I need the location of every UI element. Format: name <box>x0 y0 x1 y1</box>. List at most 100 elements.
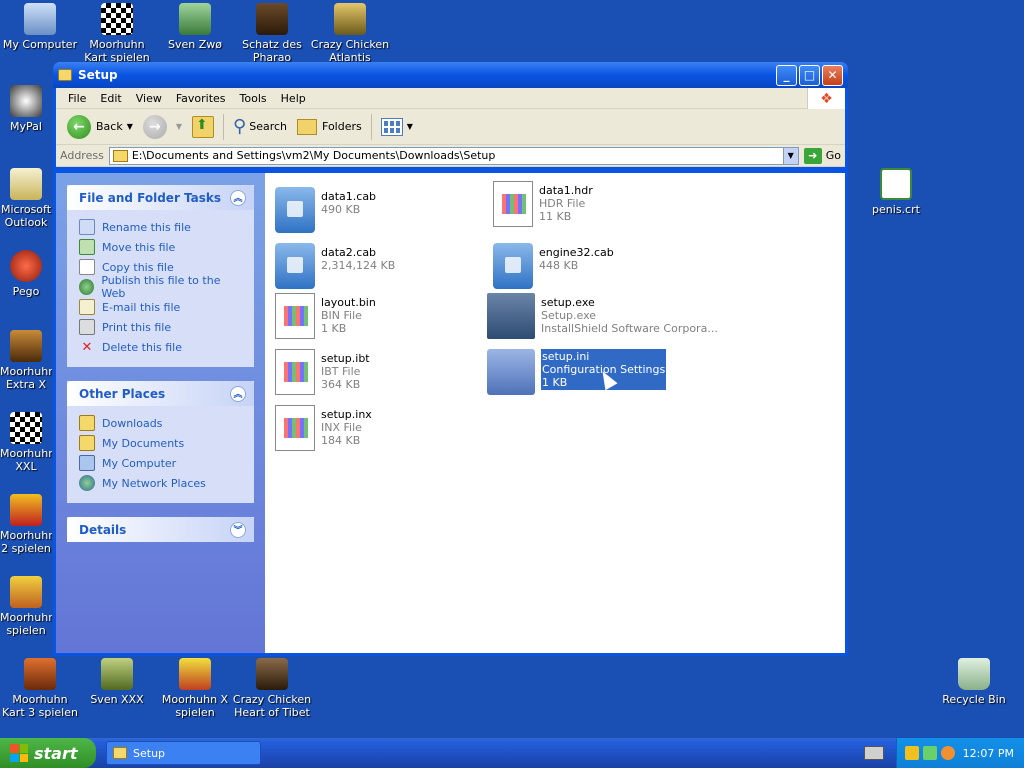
up-folder-button[interactable] <box>187 113 219 141</box>
address-bar: Address E:\Documents and Settings\vm2\My… <box>56 145 845 167</box>
file-item-setup-ini[interactable]: setup.ini Configuration Settings 1 KB <box>487 349 667 395</box>
views-button[interactable]: ▼ <box>376 113 418 141</box>
desktop-icon-moorhuhn-xxl[interactable]: Moorhuhn XXL <box>0 412 52 473</box>
collapse-icon[interactable]: ︽ <box>230 385 246 402</box>
place-label: My Network Places <box>102 476 206 490</box>
file-type: Setup.exe <box>541 309 597 322</box>
desktop-icon-sven-zwo[interactable]: Sven Zwø <box>155 3 235 64</box>
chevron-down-icon[interactable]: ▼ <box>176 122 182 131</box>
cabinet-icon <box>275 243 315 289</box>
task-label: Setup <box>133 746 166 760</box>
task-print[interactable]: Print this file <box>79 317 242 337</box>
desktop-icon-moorhuhn-kart-3[interactable]: Moorhuhn Kart 3 spielen <box>0 658 80 719</box>
file-item-data2-cab[interactable]: data2.cab 2,314,124 KB <box>275 243 395 289</box>
menu-tools[interactable]: Tools <box>233 92 274 105</box>
start-button[interactable]: start <box>0 738 96 768</box>
desktop-icon-label: Moorhuhn X spielen <box>161 693 229 719</box>
maximize-button[interactable]: □ <box>799 64 820 86</box>
desktop-icon-penis-crt[interactable]: penis.crt <box>856 168 936 229</box>
address-value: E:\Documents and Settings\vm2\My Documen… <box>131 149 496 162</box>
panel-header[interactable]: File and Folder Tasks ︽ <box>67 185 254 210</box>
close-button[interactable]: ✕ <box>822 64 843 86</box>
panel-header[interactable]: Details ︾ <box>67 517 254 542</box>
folders-button[interactable]: Folders <box>292 113 367 141</box>
collapse-icon[interactable]: ︽ <box>230 189 246 206</box>
place-my-computer[interactable]: My Computer <box>79 453 242 473</box>
desktop-icon-moorhuhn-x[interactable]: Moorhuhn X spielen <box>155 658 235 719</box>
file-item-engine32-cab[interactable]: engine32.cab 448 KB <box>493 243 614 289</box>
file-item-setup-exe[interactable]: setup.exe Setup.exe InstallShield Software… <box>487 293 718 339</box>
forward-button[interactable]: → ▼ <box>138 113 187 141</box>
desktop-icon-label: Crazy Chicken Atlantis <box>310 38 390 64</box>
desktop-icon-moorhuhn-2[interactable]: Moorhuhn 2 spielen <box>0 494 52 555</box>
game-icon <box>334 3 366 35</box>
task-rename[interactable]: Rename this file <box>79 217 242 237</box>
task-delete[interactable]: ✕ Delete this file <box>79 337 242 357</box>
desktop-icon-label: Moorhuhn spielen <box>0 611 52 637</box>
address-input[interactable]: E:\Documents and Settings\vm2\My Documen… <box>108 146 799 165</box>
back-button[interactable]: ← Back ▼ <box>62 113 138 141</box>
place-downloads[interactable]: Downloads <box>79 413 242 433</box>
desktop-icon-sven-xxx[interactable]: Sven XXX <box>77 658 157 719</box>
desktop-icon-moorhuhn[interactable]: Moorhuhn spielen <box>0 576 52 637</box>
menu-view[interactable]: View <box>129 92 169 105</box>
file-size: 364 KB <box>321 378 361 391</box>
task-publish[interactable]: Publish this file to the Web <box>79 274 242 300</box>
task-email[interactable]: E-mail this file <box>79 297 242 317</box>
file-type: IBT File <box>321 365 361 378</box>
panel-body: Rename this file Move this file Copy thi… <box>67 210 254 367</box>
game-icon <box>10 494 42 526</box>
place-my-network-places[interactable]: My Network Places <box>79 473 242 493</box>
minimize-button[interactable]: _ <box>776 64 797 86</box>
go-button[interactable]: ➜ Go <box>803 147 841 164</box>
desktop-icon-label: Microsoft Outlook <box>0 203 52 229</box>
shield-icon[interactable] <box>905 746 919 760</box>
file-size: 448 KB <box>539 259 579 272</box>
taskbar-item-setup[interactable]: Setup <box>106 741 261 765</box>
place-my-documents[interactable]: My Documents <box>79 433 242 453</box>
desktop-icon-my-computer[interactable]: My Computer <box>0 3 80 64</box>
menu-favorites[interactable]: Favorites <box>169 92 233 105</box>
desktop-icon-outlook[interactable]: Microsoft Outlook <box>0 168 52 229</box>
desktop-icon-schatz-des-pharao[interactable]: Schatz des Pharao spielen <box>232 3 312 64</box>
search-button[interactable]: ⚲ Search <box>228 113 292 141</box>
title-bar[interactable]: Setup _ □ ✕ <box>53 62 848 88</box>
clock: 12:07 PM <box>962 746 1014 760</box>
chevron-down-icon[interactable]: ▼ <box>782 147 798 164</box>
menu-edit[interactable]: Edit <box>93 92 128 105</box>
desktop-icon-crazy-chicken-atlantis[interactable]: Crazy Chicken Atlantis <box>310 3 390 64</box>
file-item-setup-ibt[interactable]: setup.ibt IBT File 364 KB <box>275 349 370 395</box>
chevron-down-icon[interactable]: ▼ <box>127 122 133 131</box>
file-item-layout-bin[interactable]: layout.bin BIN File 1 KB <box>275 293 376 339</box>
printer-icon <box>79 319 95 335</box>
details-panel: Details ︾ <box>67 517 254 542</box>
desktop-icon-pego[interactable]: Pego <box>0 250 52 311</box>
desktop-icon-mypal[interactable]: MyPal <box>0 85 52 146</box>
desktop-icon-label: Crazy Chicken Heart of Tibet <box>232 693 312 719</box>
file-name: data1.cab <box>321 190 377 203</box>
go-arrow-icon: ➜ <box>803 147 822 164</box>
installshield-icon <box>487 293 535 339</box>
menu-file[interactable]: File <box>61 92 93 105</box>
desktop-icon-crazy-chicken-tibet[interactable]: Crazy Chicken Heart of Tibet <box>232 658 312 719</box>
content-area: File and Folder Tasks ︽ Rename this file… <box>56 173 845 653</box>
network-icon[interactable] <box>923 746 937 760</box>
explorer-window: Setup _ □ ✕ File Edit View Favorites Too… <box>53 62 848 656</box>
file-item-data1-hdr[interactable]: data1.hdr HDR File 11 KB <box>493 181 593 227</box>
desktop-icon-moorhuhn-extra[interactable]: Moorhuhn Extra X <box>0 330 52 391</box>
desktop-icon-recycle-bin[interactable]: Recycle Bin <box>934 658 1014 719</box>
task-label: Delete this file <box>102 340 182 354</box>
task-move[interactable]: Move this file <box>79 237 242 257</box>
desktop-icon-moorhuhn-kart[interactable]: Moorhuhn Kart spielen <box>77 3 157 64</box>
menu-help[interactable]: Help <box>274 92 313 105</box>
folders-label: Folders <box>322 120 362 133</box>
expand-icon[interactable]: ︾ <box>230 521 246 538</box>
keyboard-icon[interactable] <box>864 746 884 760</box>
desktop-icon-label: Moorhuhn Kart 3 spielen <box>2 693 78 719</box>
file-item-setup-inx[interactable]: setup.inx INX File 184 KB <box>275 405 372 451</box>
game-icon <box>256 658 288 690</box>
search-icon[interactable] <box>941 746 955 760</box>
computer-icon <box>24 3 56 35</box>
panel-header[interactable]: Other Places ︽ <box>67 381 254 406</box>
file-item-data1-cab[interactable]: data1.cab 490 KB <box>275 187 376 233</box>
